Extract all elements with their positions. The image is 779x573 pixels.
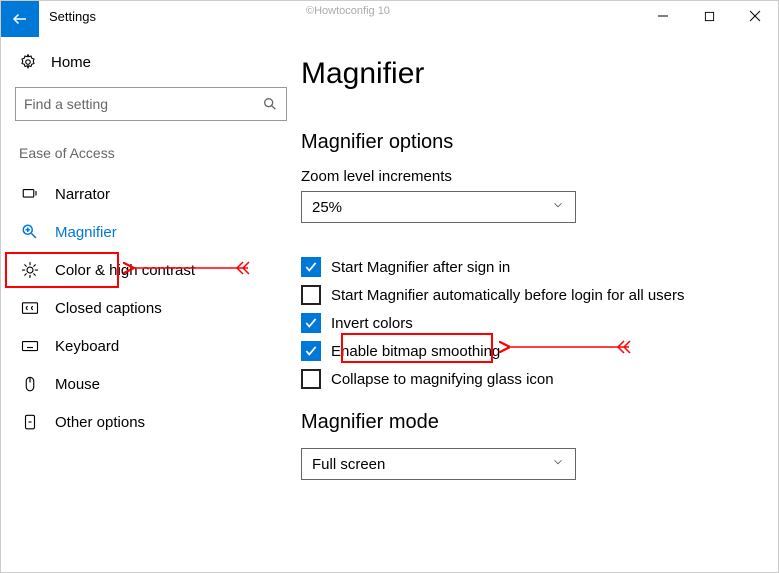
checkbox-icon: [301, 341, 321, 361]
sidebar-item-mouse[interactable]: Mouse: [15, 365, 287, 403]
sidebar-item-magnifier[interactable]: Magnifier: [15, 213, 287, 251]
maximize-button[interactable]: [686, 1, 732, 31]
magnifier-icon: [21, 223, 39, 241]
watermark: ©Howtoconfig 10: [306, 5, 390, 17]
sidebar-category: Ease of Access: [15, 145, 287, 161]
zoom-increment-label: Zoom level increments: [301, 168, 758, 185]
window-controls: [640, 1, 778, 31]
back-arrow-icon: [11, 10, 29, 28]
checkbox-start-before-login[interactable]: Start Magnifier automatically before log…: [301, 281, 758, 309]
mouse-icon: [21, 375, 39, 393]
sidebar-item-label: Other options: [55, 414, 145, 431]
sidebar: Home Find a setting Ease of Access Narra…: [1, 37, 301, 572]
minimize-button[interactable]: [640, 1, 686, 31]
window-title: Settings: [39, 1, 106, 32]
sidebar-item-closed-captions[interactable]: Closed captions: [15, 289, 287, 327]
checkbox-label: Start Magnifier after sign in: [331, 259, 510, 276]
checkbox-label: Start Magnifier automatically before log…: [331, 287, 685, 304]
sidebar-item-color-contrast[interactable]: Color & high contrast: [15, 251, 287, 289]
narrator-icon: [21, 185, 39, 203]
close-button[interactable]: [732, 1, 778, 31]
checkbox-label: Enable bitmap smoothing: [331, 343, 500, 360]
maximize-icon: [704, 11, 715, 22]
sidebar-item-label: Magnifier: [55, 224, 117, 241]
checkbox-label: Collapse to magnifying glass icon: [331, 371, 554, 388]
mode-select[interactable]: Full screen: [301, 448, 576, 480]
other-options-icon: [21, 413, 39, 431]
sidebar-item-label: Mouse: [55, 376, 100, 393]
sidebar-item-other-options[interactable]: Other options: [15, 403, 287, 441]
sidebar-item-keyboard[interactable]: Keyboard: [15, 327, 287, 365]
zoom-increment-value: 25%: [312, 199, 342, 216]
gear-icon: [19, 53, 37, 71]
sidebar-item-narrator[interactable]: Narrator: [15, 175, 287, 213]
checkbox-start-after-signin[interactable]: Start Magnifier after sign in: [301, 253, 758, 281]
sidebar-item-home[interactable]: Home: [15, 47, 287, 87]
minimize-icon: [657, 10, 669, 22]
search-placeholder: Find a setting: [24, 96, 108, 112]
checkbox-bitmap-smoothing[interactable]: Enable bitmap smoothing: [301, 337, 758, 365]
main-content: Magnifier Magnifier options Zoom level i…: [301, 37, 778, 572]
section-title-mode: Magnifier mode: [301, 411, 758, 434]
sidebar-item-label: Narrator: [55, 186, 110, 203]
mode-value: Full screen: [312, 456, 385, 473]
page-title: Magnifier: [301, 57, 758, 91]
checkbox-icon: [301, 285, 321, 305]
sidebar-item-label: Keyboard: [55, 338, 119, 355]
captions-icon: [21, 299, 39, 317]
search-icon: [262, 96, 278, 112]
checkbox-icon: [301, 313, 321, 333]
checkbox-collapse-glass[interactable]: Collapse to magnifying glass icon: [301, 365, 758, 393]
zoom-increment-select[interactable]: 25%: [301, 191, 576, 223]
sidebar-item-label: Color & high contrast: [55, 262, 195, 279]
sidebar-item-label: Closed captions: [55, 300, 162, 317]
checkbox-icon: [301, 369, 321, 389]
brightness-icon: [21, 261, 39, 279]
section-title-options: Magnifier options: [301, 131, 758, 154]
close-icon: [749, 10, 761, 22]
checkbox-icon: [301, 257, 321, 277]
chevron-down-icon: [551, 455, 565, 473]
keyboard-icon: [21, 337, 39, 355]
title-bar: Settings ©Howtoconfig 10: [1, 1, 778, 37]
back-button[interactable]: [1, 1, 39, 37]
chevron-down-icon: [551, 198, 565, 216]
checkbox-invert-colors[interactable]: Invert colors: [301, 309, 758, 337]
home-label: Home: [51, 54, 91, 71]
checkbox-label: Invert colors: [331, 315, 413, 332]
search-input[interactable]: Find a setting: [15, 87, 287, 121]
